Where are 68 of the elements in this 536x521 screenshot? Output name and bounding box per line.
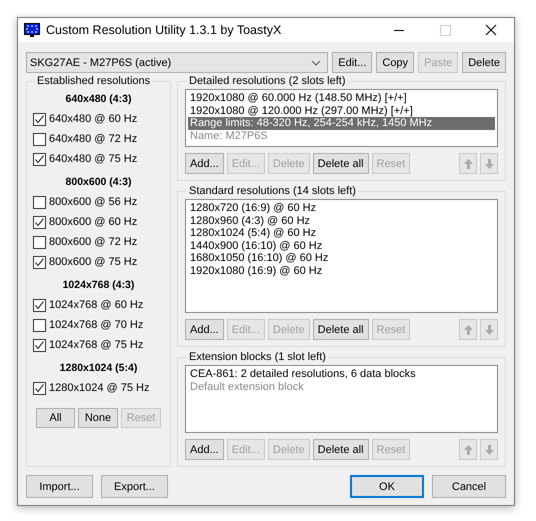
- toolbar-button[interactable]: Delete: [462, 52, 506, 73]
- list-item[interactable]: Range limits: 48-320 Hz, 254-254 kHz, 1450 MHz: [188, 117, 495, 130]
- list-box[interactable]: 1920x1080 @ 60.000 Hz (148.50 MHz) [+/+] 1920x1080 @ 120.000 Hz (297.00 MHz) [+/+] Range limits: 48-320 Hz, 254-254 kHz, 1450 MHz Name: M27P6S: [185, 89, 498, 147]
- chevron-down-icon: [311, 60, 322, 66]
- list-item[interactable]: 1920x1080 @ 60.000 Hz (148.50 MHz) [+/+]: [188, 92, 495, 104]
- action-button[interactable]: Delete all: [312, 319, 369, 340]
- checkbox[interactable]: [33, 152, 46, 166]
- checkbox[interactable]: [33, 196, 46, 208]
- action-button[interactable]: Delete all: [312, 153, 369, 174]
- action-button[interactable]: Add...: [185, 439, 224, 460]
- dialog-button[interactable]: Import...: [26, 475, 93, 498]
- action-button[interactable]: All: [36, 408, 75, 428]
- toolbar-button[interactable]: Copy: [376, 52, 414, 73]
- checkbox[interactable]: [33, 318, 46, 332]
- checkbox-label[interactable]: 1024x768 @ 60 Hz: [49, 299, 144, 311]
- list-box[interactable]: CEA-861: 2 detailed resolutions, 6 data blocks Default extension block: [185, 365, 498, 433]
- group-heading: 640x480 (4:3): [64, 93, 132, 105]
- dialog-button[interactable]: OK: [350, 475, 424, 498]
- action-button[interactable]: Delete all: [312, 439, 369, 460]
- list-item[interactable]: 1280x1024 (5:4) @ 60 Hz: [188, 227, 495, 240]
- list-item[interactable]: 1920x1080 @ 120.000 Hz (297.00 MHz) [+/+]: [188, 104, 495, 117]
- list-item[interactable]: 1920x1080 (16:9) @ 60 Hz: [188, 264, 495, 277]
- down-arrow-icon: [484, 158, 494, 168]
- up-arrow-icon: [464, 158, 472, 168]
- list-item[interactable]: 1280x720 (16:9) @ 60 Hz: [188, 202, 495, 214]
- checkbox-label[interactable]: 1024x768 @ 70 Hz: [49, 319, 144, 331]
- group-title: Detailed resolutions (2 slots left): [188, 75, 347, 87]
- group-heading: 1280x1024 (5:4): [58, 362, 138, 374]
- up-arrow-icon: [464, 324, 472, 334]
- checkbox[interactable]: [33, 382, 46, 394]
- checkbox-label[interactable]: 1024x768 @ 75 Hz: [49, 339, 144, 351]
- list-box[interactable]: 1280x720 (16:9) @ 60 Hz 1280x960 (4:3) @ 60 Hz 1280x1024 (5:4) @ 60 Hz 1440x900 (16:10) @ 60 Hz 1680x1050 (16:10) @ 60 Hz 1920x1080 (16:9) @ 60 Hz: [185, 199, 498, 313]
- group-title: Standard resolutions (14 slots left): [188, 185, 357, 197]
- checkbox-label[interactable]: 1280x1024 @ 75 Hz: [49, 382, 150, 394]
- checkbox[interactable]: [33, 298, 46, 312]
- dialog-button[interactable]: Cancel: [432, 475, 506, 498]
- toolbar-button[interactable]: Edit...: [332, 52, 372, 73]
- device-dropdown[interactable]: SKG27AE - M27P6S (active): [26, 52, 328, 73]
- action-button[interactable]: Add...: [185, 153, 224, 174]
- group-title: Established resolutions: [36, 75, 152, 87]
- checkbox[interactable]: [33, 132, 46, 146]
- group-heading: 800x600 (4:3): [64, 176, 132, 188]
- checkbox-label[interactable]: 640x480 @ 75 Hz: [49, 153, 138, 165]
- checkbox-label[interactable]: 640x480 @ 72 Hz: [49, 133, 138, 145]
- checkbox-label[interactable]: 800x600 @ 60 Hz: [49, 216, 138, 228]
- checkbox[interactable]: [33, 216, 46, 228]
- up-arrow-icon: [464, 444, 472, 454]
- window-title: Custom Resolution Utility 1.3.1 by ToastyX: [46, 23, 282, 37]
- dialog-button[interactable]: Export...: [101, 475, 168, 498]
- checkbox-label[interactable]: 640x480 @ 60 Hz: [49, 113, 138, 125]
- checkbox[interactable]: [33, 256, 46, 268]
- list-item[interactable]: 1280x960 (4:3) @ 60 Hz: [188, 214, 495, 227]
- list-item[interactable]: 1440x900 (16:10) @ 60 Hz: [188, 240, 495, 252]
- checkbox-label[interactable]: 800x600 @ 72 Hz: [49, 236, 138, 248]
- action-button[interactable]: Add...: [185, 319, 224, 340]
- action-button[interactable]: None: [78, 408, 118, 428]
- checkbox[interactable]: [33, 338, 46, 352]
- down-arrow-icon: [484, 324, 494, 334]
- down-arrow-icon: [484, 444, 494, 454]
- checkbox-label[interactable]: 800x600 @ 75 Hz: [49, 256, 138, 268]
- checkbox[interactable]: [33, 112, 46, 126]
- group-heading: 1024x768 (4:3): [62, 279, 136, 291]
- list-item[interactable]: CEA-861: 2 detailed resolutions, 6 data blocks: [188, 368, 495, 380]
- checkbox-label[interactable]: 800x600 @ 56 Hz: [49, 196, 138, 208]
- monitor-icon: [24, 22, 40, 38]
- checkbox[interactable]: [33, 236, 46, 248]
- list-item[interactable]: 1680x1050 (16:10) @ 60 Hz: [188, 252, 495, 264]
- group-title: Extension blocks (1 slot left): [188, 351, 327, 363]
